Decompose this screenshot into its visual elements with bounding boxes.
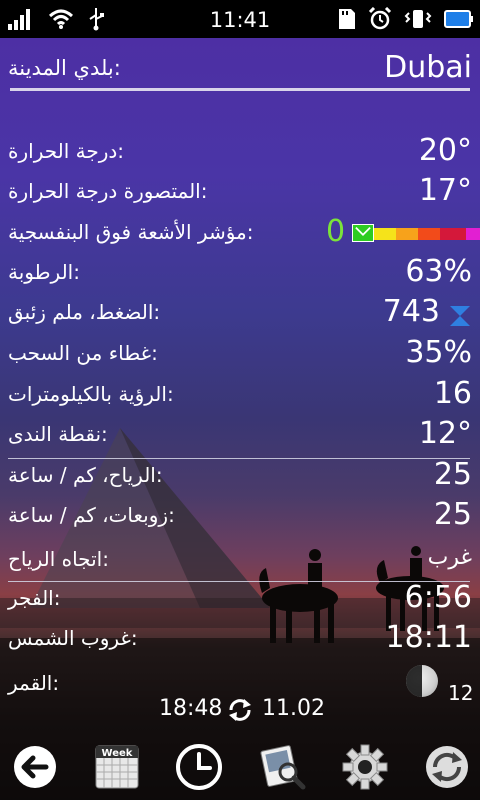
wind-direction-value: غرب <box>427 545 472 570</box>
search-city-button[interactable] <box>256 740 310 794</box>
humidity-value: 63% <box>405 254 472 289</box>
back-button[interactable] <box>8 740 62 794</box>
pressure-row: الضغط، ملم زئبق: 743 <box>0 294 480 334</box>
alarm-icon <box>368 7 392 30</box>
divider <box>10 88 470 91</box>
sunset-row: غروب الشمس: 18:11 <box>0 620 480 660</box>
sunset-label: غروب الشمس: <box>8 626 138 650</box>
temperature-label: درجة الحرارة: <box>8 139 125 163</box>
city-name[interactable]: Dubai <box>384 50 472 85</box>
dew-point-value: 12° <box>418 416 472 451</box>
feels-like-row: المتصورة درجة الحرارة: 17° <box>0 173 480 213</box>
uv-marker-icon <box>352 224 374 242</box>
refresh-icon <box>426 746 468 788</box>
gear-icon <box>342 744 388 790</box>
humidity-row: الرطوبة: 63% <box>0 254 480 294</box>
pressure-value: 743 <box>382 294 440 329</box>
gusts-row: زوبعات، كم / ساعة: 25 <box>0 497 480 537</box>
moon-label: القمر: <box>8 671 60 695</box>
uv-index-label: مؤشر الأشعة فوق البنفسجية: <box>8 220 254 244</box>
clock-icon <box>176 744 222 790</box>
cloud-cover-label: غطاء من السحب: <box>8 341 158 365</box>
update-time: 18:48 <box>159 696 223 721</box>
status-bar: 11:41 <box>0 0 480 38</box>
temperature-value: 20° <box>418 133 472 168</box>
visibility-label: الرؤية بالكيلومترات: <box>8 382 174 406</box>
humidity-label: الرطوبة: <box>8 260 80 284</box>
last-update: 18:48 11.02 <box>0 696 480 726</box>
sunrise-label: الفجر: <box>8 586 61 610</box>
city-row[interactable]: بلدي المدينة: Dubai <box>0 50 480 90</box>
wind-direction-label: اتجاه الرياح: <box>8 547 109 571</box>
feels-like-label: المتصورة درجة الحرارة: <box>8 179 208 203</box>
temperature-row: درجة الحرارة: 20° <box>0 133 480 173</box>
vibrate-icon <box>404 10 432 28</box>
wind-value: 25 <box>433 457 472 492</box>
sync-icon <box>229 699 251 721</box>
calendar-icon: Week <box>95 745 139 789</box>
wind-direction-row: اتجاه الرياح: غرب <box>0 541 480 581</box>
feels-like-value: 17° <box>418 173 472 208</box>
uv-scale-magenta <box>466 228 480 240</box>
week-forecast-button[interactable]: Week <box>90 740 144 794</box>
uv-scale-red <box>418 228 440 240</box>
wind-label: الرياح، كم / ساعة: <box>8 463 163 487</box>
bottom-toolbar: Week <box>0 734 480 800</box>
gusts-value: 25 <box>433 497 472 532</box>
sunrise-value: 6:56 <box>404 580 472 615</box>
uv-index-value: 0 <box>326 214 346 249</box>
battery-icon <box>444 10 473 28</box>
sunset-value: 18:11 <box>385 620 472 655</box>
map-search-icon <box>260 745 306 790</box>
city-label: بلدي المدينة: <box>8 56 121 80</box>
sunrise-row: الفجر: 6:56 <box>0 580 480 620</box>
cloud-cover-row: غطاء من السحب: 35% <box>0 335 480 375</box>
back-arrow-icon <box>14 746 56 788</box>
dew-point-label: نقطة الندى: <box>8 422 108 446</box>
gusts-label: زوبعات، كم / ساعة: <box>8 503 175 527</box>
dew-point-row: نقطة الندى: 12° <box>0 416 480 456</box>
update-date: 11.02 <box>262 696 325 721</box>
uv-scale-orange <box>396 228 418 240</box>
pressure-trend-icon <box>450 306 470 326</box>
settings-button[interactable] <box>338 740 392 794</box>
week-label: Week <box>102 748 133 759</box>
pressure-label: الضغط، ملم زئبق: <box>8 300 161 324</box>
hourly-forecast-button[interactable] <box>172 740 226 794</box>
cloud-cover-value: 35% <box>405 335 472 370</box>
visibility-row: الرؤية بالكيلومترات: 16 <box>0 376 480 416</box>
refresh-button[interactable] <box>420 740 474 794</box>
uv-scale-yellow <box>374 228 396 240</box>
sd-card-icon <box>339 9 355 29</box>
visibility-value: 16 <box>433 376 472 411</box>
wind-row: الرياح، كم / ساعة: 25 <box>0 457 480 497</box>
uv-scale-darkred <box>440 228 466 240</box>
